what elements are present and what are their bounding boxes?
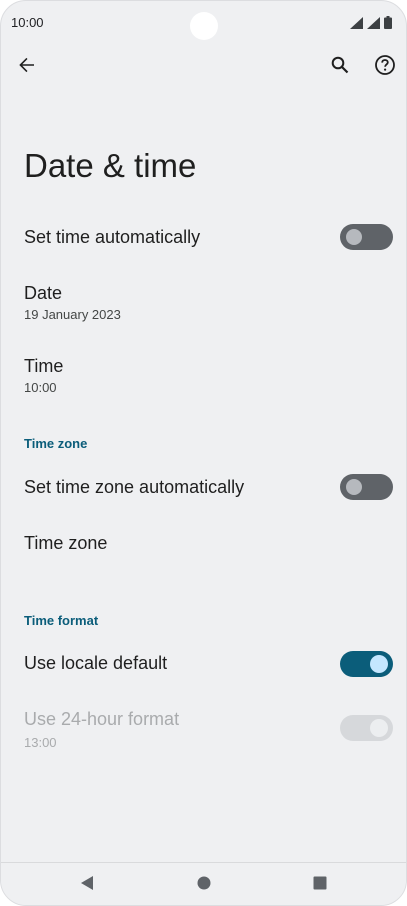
use-locale-default-label: Use locale default bbox=[24, 653, 168, 673]
set-time-automatically-toggle[interactable] bbox=[340, 224, 393, 250]
navigation-bar bbox=[1, 862, 406, 905]
search-icon bbox=[330, 55, 350, 80]
date-value: 19 January 2023 bbox=[24, 307, 121, 322]
home-circle-icon bbox=[197, 876, 211, 895]
set-time-zone-automatically-label: Set time zone automatically bbox=[24, 477, 245, 497]
help-button[interactable] bbox=[369, 51, 401, 83]
use-locale-default-row[interactable]: Use locale default bbox=[1, 639, 406, 689]
set-time-automatically-row[interactable]: Set time automatically bbox=[1, 213, 406, 263]
camera-cutout bbox=[190, 12, 218, 40]
back-button[interactable] bbox=[11, 51, 43, 83]
help-icon bbox=[374, 54, 396, 81]
time-label: Time bbox=[24, 356, 64, 376]
time-zone-label: Time zone bbox=[24, 533, 108, 553]
square-recents-icon bbox=[313, 876, 327, 895]
signal-icon-2 bbox=[367, 16, 380, 34]
set-time-zone-automatically-row[interactable]: Set time zone automatically bbox=[1, 463, 406, 513]
search-button[interactable] bbox=[324, 51, 356, 83]
date-row[interactable]: Date 19 January 2023 bbox=[1, 273, 406, 333]
use-24-hour-format-label: Use 24-hour format bbox=[24, 709, 180, 729]
set-time-zone-automatically-toggle[interactable] bbox=[340, 474, 393, 500]
status-time: 10:00 bbox=[11, 15, 44, 30]
status-bar: 10:00 bbox=[1, 1, 406, 45]
use-24-hour-format-row: Use 24-hour format 13:00 bbox=[1, 699, 406, 759]
triangle-back-icon bbox=[80, 875, 94, 896]
time-format-section-header: Time format bbox=[24, 613, 99, 628]
app-bar bbox=[1, 45, 406, 89]
signal-icon bbox=[350, 16, 363, 34]
set-time-automatically-label: Set time automatically bbox=[24, 227, 201, 247]
nav-home-button[interactable] bbox=[192, 873, 216, 897]
time-zone-row[interactable]: Time zone bbox=[1, 521, 406, 567]
use-locale-default-toggle[interactable] bbox=[340, 651, 393, 677]
time-row[interactable]: Time 10:00 bbox=[1, 346, 406, 406]
use-24-hour-format-toggle bbox=[340, 715, 393, 741]
time-value: 10:00 bbox=[24, 380, 57, 395]
page-title: Date & time bbox=[24, 147, 197, 184]
phone-screen: 10:00 Date & time Set time automatically… bbox=[0, 0, 407, 906]
arrow-back-icon bbox=[17, 55, 37, 80]
battery-icon bbox=[384, 16, 392, 34]
date-label: Date bbox=[24, 283, 63, 303]
time-zone-section-header: Time zone bbox=[24, 436, 88, 451]
use-24-hour-format-example: 13:00 bbox=[24, 735, 57, 750]
nav-recents-button[interactable] bbox=[308, 873, 332, 897]
status-icons bbox=[350, 16, 392, 34]
nav-back-button[interactable] bbox=[75, 873, 99, 897]
